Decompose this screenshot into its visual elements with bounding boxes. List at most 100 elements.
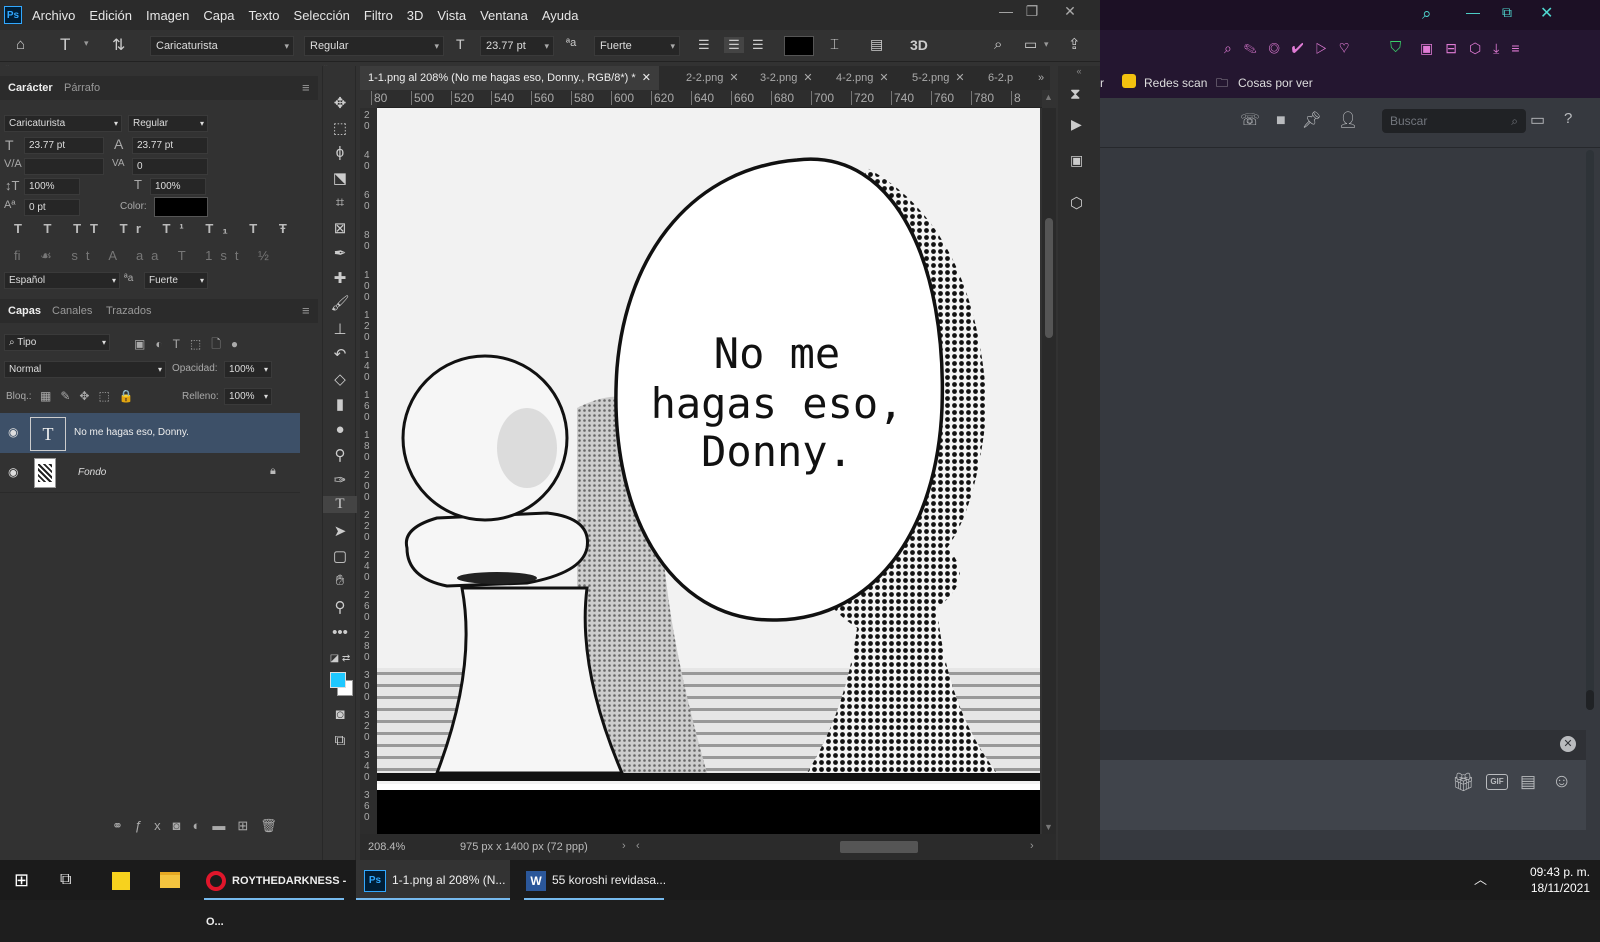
tab-document-active[interactable]: 1-1.png al 208% (No me hagas eso, Donny.… (360, 66, 659, 90)
maximize-icon[interactable]: ❐ (1014, 0, 1050, 22)
menu-filtro[interactable]: Filtro (364, 8, 393, 23)
layer-name[interactable]: Fondo (78, 467, 106, 478)
history-panel-icon[interactable]: ⧗ (1070, 86, 1081, 103)
tab-parrafo[interactable]: Párrafo (64, 76, 100, 100)
menu-3d[interactable]: 3D (407, 8, 424, 23)
align-right-icon[interactable]: ☰ (752, 37, 764, 53)
speech-line-2[interactable]: hagas eso, (651, 379, 904, 428)
panel-menu-icon[interactable]: ≡ (302, 76, 310, 100)
zoom-tool-icon[interactable]: ⚲ (323, 598, 357, 616)
chat-scrollbar[interactable] (1586, 150, 1594, 710)
font-family-select[interactable]: Caricaturista ▾ (150, 36, 294, 56)
minimize-icon[interactable]: — (1466, 4, 1480, 20)
quick-select-tool-icon[interactable]: ⬔ (323, 169, 357, 187)
type-tool-icon[interactable]: T (60, 35, 70, 55)
scroll-down-icon[interactable]: ▼ (1044, 822, 1053, 832)
clock-date[interactable]: 18/11/2021 (1520, 881, 1590, 895)
chevron-down-icon[interactable]: ▾ (84, 38, 89, 49)
workspace-icon[interactable]: ▭ (1024, 36, 1037, 53)
eyedropper-tool-icon[interactable]: ✒ (323, 244, 357, 262)
foreground-color-swatch[interactable] (330, 672, 346, 688)
tab-document[interactable]: 4-2.png ✕ (836, 66, 889, 90)
faux-style-icons[interactable]: T T TT Tr T¹ T₁ T Ŧ (14, 221, 296, 236)
horizontal-scrollbar-thumb[interactable] (840, 841, 918, 853)
antialias-select[interactable]: Fuerte ▾ (594, 36, 680, 56)
scroll-up-icon[interactable]: ▲ (1044, 92, 1053, 102)
menu-seleccion[interactable]: Selección (294, 8, 350, 23)
tab-capas[interactable]: Capas (8, 299, 41, 323)
bookmark-partial[interactable]: r (1100, 76, 1104, 90)
more-tools-icon[interactable]: ••• (323, 624, 357, 641)
layer-filter-select[interactable]: ⌕ Tipo ▾ (4, 334, 110, 351)
char-size-field[interactable]: 23.77 pt (24, 137, 104, 154)
chevron-right-icon[interactable]: › (622, 840, 626, 852)
gift-icon[interactable]: 🎁︎ (1452, 772, 1475, 793)
text-color-swatch[interactable] (784, 36, 814, 56)
call-video-pin-adduser-icons[interactable]: ☏■📌︎👤︎ (1240, 110, 1374, 130)
menu-edicion[interactable]: Edición (89, 8, 132, 23)
align-center-icon[interactable]: ☰ (724, 37, 744, 53)
eraser-tool-icon[interactable]: ◇ (323, 370, 357, 388)
collapse-dock-icon[interactable]: « (1058, 66, 1100, 76)
emoji-icon[interactable]: ☺ (1552, 771, 1571, 793)
lasso-tool-icon[interactable]: ϕ (323, 144, 357, 161)
help-icon[interactable]: ? (1564, 110, 1572, 127)
chevron-down-icon[interactable]: ▾ (1044, 39, 1049, 50)
chevron-left-icon[interactable]: ‹ (636, 840, 640, 852)
menu-archivo[interactable]: Archivo (32, 8, 75, 23)
sticker-icon[interactable]: ▤ (1520, 772, 1536, 792)
tab-canales[interactable]: Canales (52, 299, 92, 323)
panels-icon[interactable]: ▤ (870, 36, 883, 53)
char-font-family[interactable]: Caricaturista ▾ (4, 115, 122, 132)
quick-mask-icon[interactable]: ◙ (323, 706, 357, 723)
blur-tool-icon[interactable]: ● (323, 421, 357, 438)
tab-document[interactable]: 2-2.png ✕ (686, 66, 739, 90)
sticky-notes-icon[interactable] (112, 860, 132, 900)
taskbar-photoshop[interactable]: Ps 1-1.png al 208% (N... (356, 860, 510, 900)
healing-tool-icon[interactable]: ✚ (323, 269, 357, 287)
warp-text-icon[interactable]: ⌶ (830, 36, 839, 53)
search-input[interactable]: Buscar ⌕ (1382, 109, 1526, 133)
layer-row-fondo[interactable]: ◉ Fondo 🔒︎ (0, 453, 300, 493)
chevron-right-icon[interactable]: › (1030, 840, 1034, 852)
bookmark-cosas-por-ver[interactable]: Cosas por ver (1238, 76, 1313, 90)
lock-icons[interactable]: ▦✎✥⬚🔒 (40, 389, 143, 403)
char-kerning-field[interactable] (24, 158, 104, 175)
tab-trazados[interactable]: Trazados (106, 299, 151, 323)
char-baseline-field[interactable]: 0 pt (24, 199, 80, 216)
crop-tool-icon[interactable]: ⌗ (323, 194, 357, 211)
char-antialias-select[interactable]: Fuerte ▾ (144, 272, 208, 289)
clock-time[interactable]: 09:43 p. m. (1520, 865, 1590, 879)
char-color-swatch[interactable] (154, 197, 208, 217)
gradient-tool-icon[interactable]: ▮ (323, 395, 357, 413)
file-explorer-icon[interactable] (160, 860, 182, 900)
extension-icons[interactable]: ▣⊟⬡⤓≡ (1420, 40, 1532, 57)
pen-tool-icon[interactable]: ✑ (323, 471, 357, 489)
fill-field[interactable]: 100% ▾ (224, 388, 272, 405)
align-left-icon[interactable]: ☰ (698, 37, 710, 53)
toolbar-icons[interactable]: ⌕✎◎✔▷♡ (1224, 40, 1362, 57)
search-icon[interactable]: ⌕ (1422, 4, 1432, 24)
layer-filter-icons[interactable]: ▣◐T⬚🗋● (134, 335, 248, 356)
stamp-tool-icon[interactable]: ⊥ (323, 320, 357, 338)
dodge-tool-icon[interactable]: ⚲ (323, 446, 357, 464)
share-icon[interactable]: ⇪ (1068, 35, 1081, 53)
menu-texto[interactable]: Texto (248, 8, 279, 23)
zoom-level[interactable]: 208.4% (368, 841, 405, 853)
tab-document[interactable]: 5-2.png ✕ (912, 66, 965, 90)
menu-ventana[interactable]: Ventana (480, 8, 528, 23)
menu-vista[interactable]: Vista (437, 8, 466, 23)
taskbar-word[interactable]: W 55 koroshi revidasa... (516, 860, 670, 900)
history-brush-tool-icon[interactable]: ↶ (323, 345, 357, 363)
scrollbar-thumb[interactable] (1045, 218, 1053, 338)
task-view-icon[interactable]: ⧉ (60, 860, 71, 900)
vertical-scrollbar[interactable]: ▲ ▼ (1042, 92, 1056, 834)
move-tool-icon[interactable]: ✥ (323, 94, 357, 112)
char-vscale-field[interactable]: 100% (24, 178, 80, 195)
glyphs-panel-icon[interactable]: ▣ (1070, 152, 1083, 169)
blend-mode-select[interactable]: Normal ▾ (4, 361, 166, 378)
tab-document[interactable]: 6-2.p (988, 66, 1013, 90)
3d-cube-icon[interactable]: ⬡ (1070, 194, 1083, 212)
speech-line-1[interactable]: No me (714, 329, 840, 378)
menu-imagen[interactable]: Imagen (146, 8, 189, 23)
